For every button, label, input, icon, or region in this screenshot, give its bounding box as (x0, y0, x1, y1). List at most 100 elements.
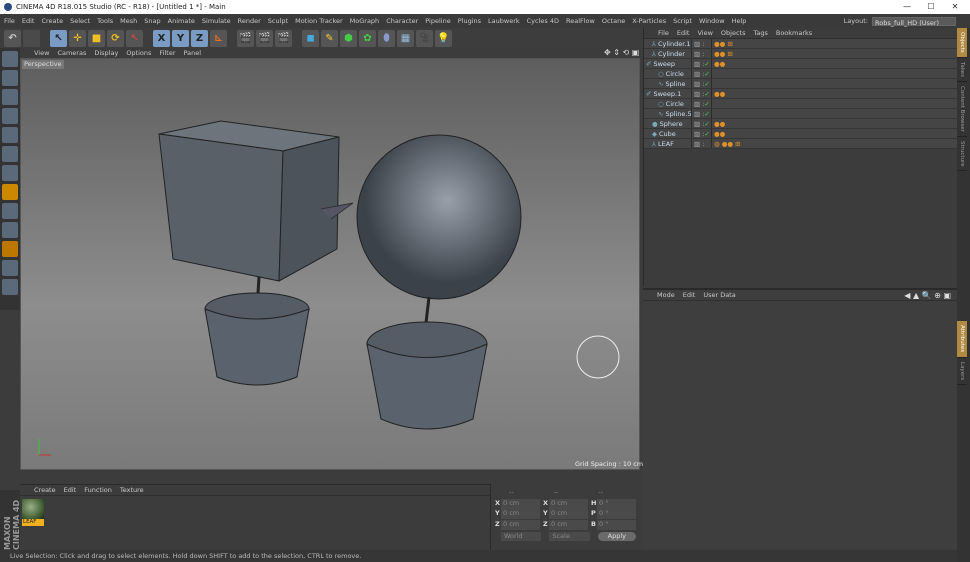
viewport-menu-panel[interactable]: Panel (184, 48, 202, 58)
size-mode-dropdown[interactable]: Scale (549, 531, 590, 541)
edges-mode-icon[interactable] (2, 146, 18, 162)
planar-workplane-icon[interactable] (2, 260, 18, 276)
menu-cycles-4d[interactable]: Cycles 4D (527, 14, 559, 28)
object-row[interactable]: ∿ Spline ▨ :✓ (644, 79, 957, 89)
coord-value-input[interactable]: 0 cm (549, 509, 588, 519)
object-tags[interactable]: ●● (711, 59, 725, 68)
object-visibility-flags[interactable]: ▨ :✓ (691, 119, 711, 128)
viewport-menu-options[interactable]: Options (126, 48, 151, 58)
subdivision-icon[interactable]: ⬢ (340, 29, 357, 47)
camera-icon[interactable]: 🎥 (416, 29, 433, 47)
object-name[interactable]: Spline (665, 80, 685, 88)
attrmenu-edit[interactable]: Edit (683, 290, 696, 300)
move-icon[interactable]: ✛ (69, 29, 86, 47)
menu-octane[interactable]: Octane (602, 14, 625, 28)
menu-edit[interactable]: Edit (22, 14, 35, 28)
coordinate-space-dropdown[interactable]: World (501, 531, 542, 541)
menu-tools[interactable]: Tools (97, 14, 113, 28)
cube-primitive-icon[interactable]: ◼ (302, 29, 319, 47)
side-tab-attributes[interactable]: Attributes (957, 321, 967, 358)
object-tags[interactable]: ◍ ●● ⊞ (711, 139, 741, 148)
menu-realflow[interactable]: RealFlow (566, 14, 595, 28)
material-leaf[interactable]: LEAF (22, 499, 44, 527)
object-name[interactable]: Cylinder.1 (658, 40, 691, 48)
z-axis-lock-button[interactable]: Z (191, 29, 208, 47)
rotate-icon[interactable]: ⟳ (107, 29, 124, 47)
coord-value-input[interactable]: 0 cm (549, 519, 588, 530)
coord-field-b[interactable]: B0 ° (591, 519, 636, 530)
object-tags[interactable]: ●● ⊞ (711, 49, 733, 58)
polygons-mode-icon[interactable] (2, 165, 18, 181)
coord-value-input[interactable]: 0 cm (501, 498, 540, 509)
tweak-icon[interactable] (2, 203, 18, 219)
menu-help[interactable]: Help (732, 14, 747, 28)
menu-snap[interactable]: Snap (144, 14, 160, 28)
objmenu-tags[interactable]: Tags (753, 28, 767, 38)
light-icon[interactable]: 💡 (435, 29, 452, 47)
menu-sculpt[interactable]: Sculpt (268, 14, 288, 28)
object-name[interactable]: Sweep (653, 60, 675, 68)
objmenu-bookmarks[interactable]: Bookmarks (776, 28, 812, 38)
menu-laubwerk[interactable]: Laubwerk (488, 14, 520, 28)
coord-field-y[interactable]: Y0 cm (543, 509, 588, 519)
points-mode-icon[interactable] (2, 127, 18, 143)
object-name[interactable]: Cylinder (658, 50, 685, 58)
object-tags[interactable] (711, 79, 714, 88)
menu-character[interactable]: Character (386, 14, 418, 28)
side-tab-content-browser[interactable]: Content Browser (957, 82, 967, 137)
workplane-icon[interactable] (2, 108, 18, 124)
side-tab-objects[interactable]: Objects (957, 28, 967, 58)
menu-motion-tracker[interactable]: Motion Tracker (295, 14, 343, 28)
redo-icon[interactable] (23, 29, 40, 47)
minimize-button[interactable]: — (898, 0, 916, 14)
object-name[interactable]: Cube (659, 130, 676, 138)
menu-render[interactable]: Render (238, 14, 261, 28)
object-row[interactable]: ∿ Spline.5 ▨ :✓ (644, 109, 957, 119)
menu-script[interactable]: Script (673, 14, 692, 28)
coordinate-system-icon[interactable]: ⊾ (210, 29, 227, 47)
maximize-button[interactable]: ☐ (922, 0, 940, 14)
object-visibility-flags[interactable]: ▨ : (691, 39, 711, 48)
close-button[interactable]: ✕ (946, 0, 964, 14)
objmenu-objects[interactable]: Objects (721, 28, 746, 38)
object-tags[interactable] (711, 69, 714, 78)
coord-field-y[interactable]: Y0 cm (495, 509, 540, 519)
enabled-check-icon[interactable]: ✓ (704, 110, 709, 118)
matmenu-function[interactable]: Function (84, 485, 112, 495)
menu-select[interactable]: Select (70, 14, 90, 28)
solo-icon[interactable] (2, 279, 18, 295)
floor-icon[interactable]: ▦ (397, 29, 414, 47)
object-row[interactable]: ○ Circle ▨ :✓ (644, 69, 957, 79)
x-axis-lock-button[interactable]: X (153, 29, 170, 47)
coord-field-p[interactable]: P0 ° (591, 509, 636, 519)
model-mode-icon[interactable] (2, 70, 18, 86)
coord-value-input[interactable]: 0 ° (597, 498, 636, 509)
object-visibility-flags[interactable]: ▨ : (691, 49, 711, 58)
object-visibility-flags[interactable]: ▨ :✓ (691, 89, 711, 98)
object-visibility-flags[interactable]: ▨ :✓ (691, 129, 711, 138)
viewport-menu-filter[interactable]: Filter (159, 48, 175, 58)
y-axis-lock-button[interactable]: Y (172, 29, 189, 47)
viewport-menu-display[interactable]: Display (94, 48, 118, 58)
enabled-check-icon[interactable]: ✓ (704, 90, 709, 98)
menu-animate[interactable]: Animate (168, 14, 195, 28)
object-name[interactable]: LEAF (658, 140, 674, 148)
object-name[interactable]: Spline.5 (665, 110, 691, 118)
coord-field-x[interactable]: X0 cm (543, 498, 588, 509)
viewport-camera-label[interactable]: Perspective (22, 60, 64, 69)
object-name[interactable]: Sphere (660, 120, 683, 128)
recent-tool-icon[interactable]: ↖ (126, 29, 143, 47)
undo-icon[interactable]: ↶ (4, 29, 21, 47)
object-visibility-flags[interactable]: ▨ :✓ (691, 99, 711, 108)
enabled-check-icon[interactable]: ✓ (704, 130, 709, 138)
coord-value-input[interactable]: 0 cm (501, 509, 540, 519)
menu-window[interactable]: Window (699, 14, 725, 28)
coord-value-input[interactable]: 0 ° (597, 519, 636, 530)
layout-selector[interactable]: Layout: Robs_full_HD (User) (844, 16, 956, 27)
menu-mograph[interactable]: MoGraph (350, 14, 380, 28)
side-tab-layers[interactable]: Layers (957, 358, 967, 385)
side-tab-structure[interactable]: Structure (957, 137, 967, 172)
lock-workplane-icon[interactable] (2, 241, 18, 257)
object-row[interactable]: ⅄ Cylinder ▨ : ●● ⊞ (644, 49, 957, 59)
coord-value-input[interactable]: 0 cm (501, 519, 540, 530)
